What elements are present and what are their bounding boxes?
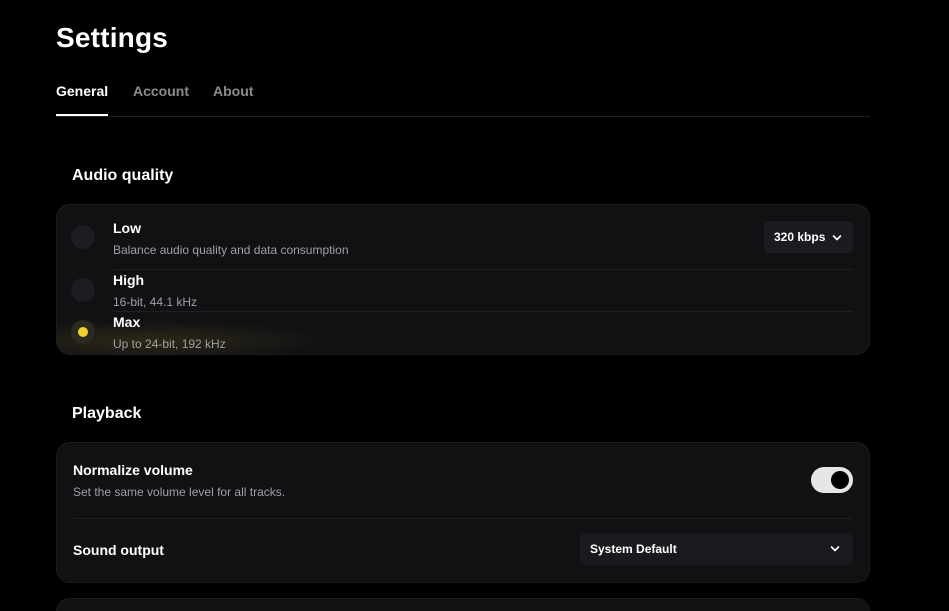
radio-high[interactable]	[71, 278, 95, 302]
next-settings-card	[56, 598, 870, 611]
option-subtitle: 16-bit, 44.1 kHz	[113, 295, 198, 309]
audio-quality-card: Low Balance audio quality and data consu…	[56, 204, 870, 355]
tab-account[interactable]: Account	[133, 83, 189, 114]
normalize-volume-toggle[interactable]	[811, 467, 853, 493]
quality-option-high[interactable]: High 16-bit, 44.1 kHz	[57, 270, 869, 311]
option-title: Low	[113, 220, 141, 236]
playback-heading: Playback	[72, 405, 142, 422]
bitrate-dropdown-button[interactable]: 320 kbps	[764, 221, 853, 253]
tab-bar: General Account About	[56, 83, 870, 117]
option-title: High	[113, 272, 145, 288]
quality-option-max[interactable]: Max Up to 24-bit, 192 kHz	[57, 312, 869, 354]
tab-general[interactable]: General	[56, 83, 109, 116]
normalize-volume-title: Normalize volume	[73, 462, 193, 478]
option-title: Max	[113, 314, 141, 330]
audio-quality-heading: Audio quality	[72, 167, 174, 184]
chevron-down-icon	[830, 546, 840, 552]
option-subtitle: Balance audio quality and data consumpti…	[113, 243, 349, 257]
quality-option-low[interactable]: Low Balance audio quality and data consu…	[57, 205, 869, 269]
sound-output-row: Sound output System Default	[57, 519, 869, 582]
chevron-down-icon	[832, 235, 842, 241]
option-subtitle: Up to 24-bit, 192 kHz	[113, 337, 226, 351]
sound-output-title: Sound output	[73, 542, 164, 558]
bitrate-label: 320 kbps	[774, 230, 826, 244]
playback-card: Normalize volume Set the same volume lev…	[56, 442, 870, 583]
radio-max[interactable]	[71, 320, 95, 344]
normalize-volume-row: Normalize volume Set the same volume lev…	[57, 443, 869, 518]
radio-selected-dot	[78, 327, 88, 337]
radio-low[interactable]	[71, 225, 95, 249]
sound-output-select[interactable]: System Default	[580, 533, 853, 565]
toggle-knob	[831, 471, 849, 489]
page-title: Settings	[56, 22, 169, 53]
normalize-volume-subtitle: Set the same volume level for all tracks…	[73, 485, 286, 499]
tab-about[interactable]: About	[213, 83, 253, 114]
settings-page: Settings General Account About Audio qua…	[0, 0, 949, 611]
sound-output-value: System Default	[590, 542, 677, 556]
